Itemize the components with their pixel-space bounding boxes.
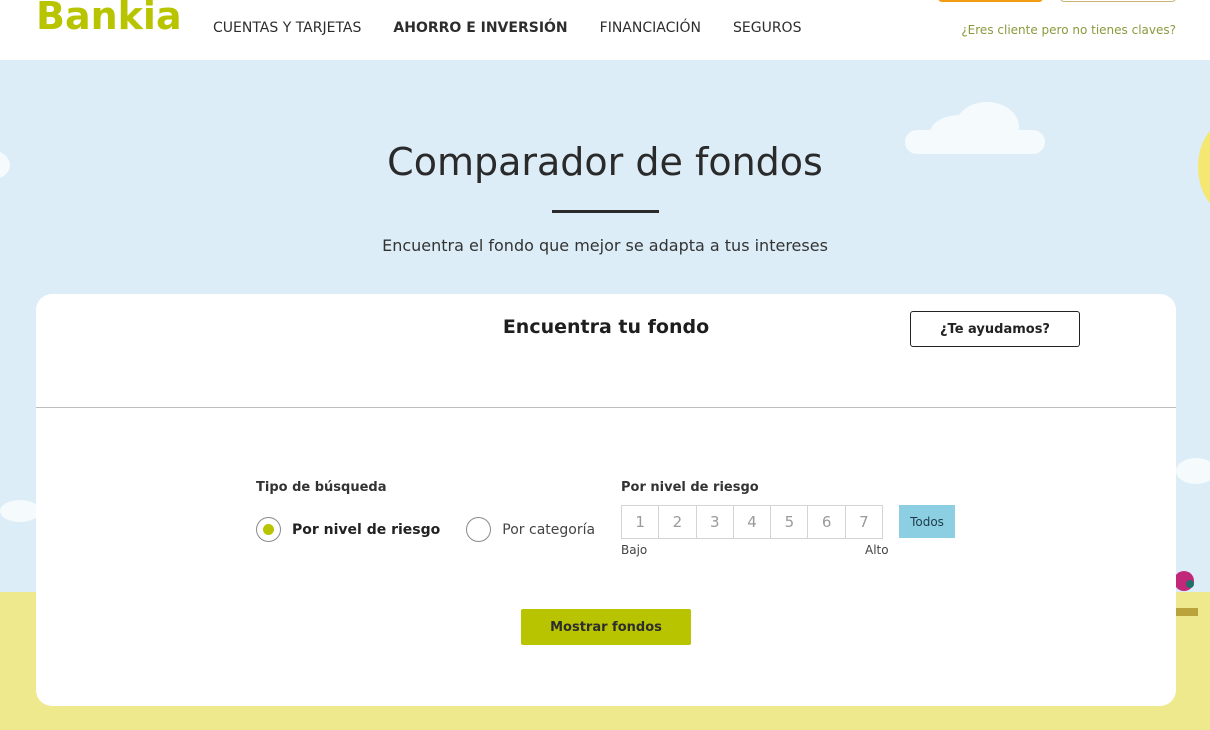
risk-low-label: Bajo — [621, 543, 648, 557]
radio-by-category-circle[interactable] — [466, 517, 492, 542]
radio-by-category-label[interactable]: Por categoría — [502, 522, 595, 538]
page-subtitle: Encuentra el fondo que mejor se adapta a… — [382, 236, 828, 255]
top-orange-button[interactable] — [938, 0, 1043, 2]
help-button[interactable]: ¿Te ayudamos? — [910, 311, 1080, 347]
radio-by-risk-circle[interactable] — [256, 517, 281, 542]
page-title: Comparador de fondos — [387, 140, 823, 184]
risk-high-label: Alto — [865, 543, 889, 557]
risk-level-1[interactable]: 1 — [621, 505, 660, 539]
risk-level-5[interactable]: 5 — [770, 505, 809, 539]
radio-by-risk-label[interactable]: Por nivel de riesgo — [292, 522, 440, 538]
search-type-radio-group: Por nivel de riesgo Por categoría — [256, 517, 621, 542]
site-header: Bankia CUENTAS Y TARJETAS AHORRO E INVER… — [0, 0, 1210, 60]
card-divider — [36, 407, 1176, 408]
show-funds-button[interactable]: Mostrar fondos — [521, 609, 691, 645]
nav-item-ahorro-inversion[interactable]: AHORRO E INVERSIÓN — [393, 20, 567, 36]
client-no-keys-link[interactable]: ¿Eres cliente pero no tienes claves? — [961, 23, 1176, 37]
risk-level-3[interactable]: 3 — [695, 505, 734, 539]
person-illustration — [1186, 580, 1194, 588]
fund-finder-card: Encuentra tu fondo ¿Te ayudamos? Tipo de… — [36, 294, 1176, 706]
nav-item-seguros[interactable]: SEGUROS — [733, 20, 801, 36]
cloud — [0, 500, 40, 522]
radio-by-risk[interactable]: Por nivel de riesgo — [256, 517, 440, 542]
title-divider — [552, 210, 659, 213]
risk-level-4[interactable]: 4 — [732, 505, 772, 539]
risk-level-scale: 1 2 3 4 5 6 7 — [621, 505, 884, 539]
nav-item-financiacion[interactable]: FINANCIACIÓN — [600, 20, 701, 36]
risk-level-2[interactable]: 2 — [658, 505, 697, 539]
risk-all-button[interactable]: Todos — [899, 505, 955, 538]
top-outline-button[interactable] — [1060, 0, 1176, 2]
cloud — [1176, 458, 1210, 484]
radio-by-category[interactable]: Por categoría — [466, 517, 595, 542]
bankia-logo[interactable]: Bankia — [36, 0, 182, 38]
main-nav: CUENTAS Y TARJETAS AHORRO E INVERSIÓN FI… — [213, 20, 833, 36]
risk-level-label: Por nivel de riesgo — [621, 480, 759, 495]
nav-item-cuentas-tarjetas[interactable]: CUENTAS Y TARJETAS — [213, 20, 361, 36]
person-illustration — [1176, 608, 1198, 616]
risk-level-7[interactable]: 7 — [844, 505, 884, 539]
search-type-label: Tipo de búsqueda — [256, 480, 387, 495]
risk-level-6[interactable]: 6 — [807, 505, 846, 539]
